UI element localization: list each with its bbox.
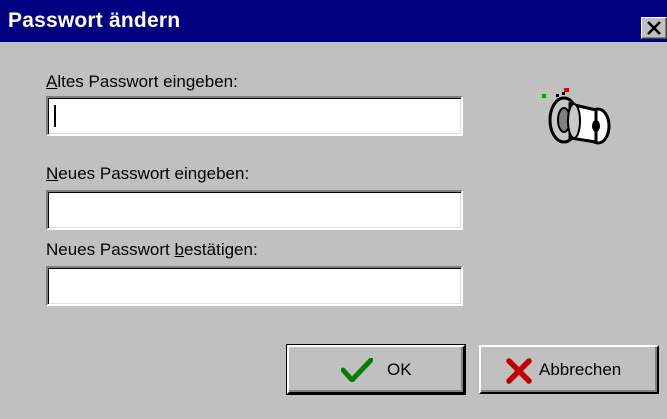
cancel-button-label: Abbrechen [539,360,622,379]
confirm-password-field[interactable] [46,266,463,306]
new-password-label: Neues Passwort eingeben: [46,164,250,183]
close-x-icon [647,21,661,35]
change-password-dialog: Passwort ändern Altes Passwort eingeben:… [0,0,667,419]
red-x-icon [506,358,532,384]
dialog-title: Passwort ändern [8,9,181,32]
old-password-label-accesskey: A [46,72,58,91]
title-bar: Passwort ändern [0,0,667,42]
key-icon [542,88,611,145]
old-password-field[interactable] [46,96,463,136]
text-caret [54,105,56,127]
cancel-button[interactable]: Abbrechen [479,345,659,394]
confirm-password-label-accesskey: b [174,240,184,259]
checkmark-icon [341,358,373,382]
new-password-label-accesskey: N [46,164,59,183]
confirm-password-label: Neues Passwort bestätigen: [46,240,258,259]
close-button[interactable] [641,17,667,39]
new-password-field[interactable] [46,190,463,230]
ok-button-label: OK [387,360,412,379]
old-password-label: Altes Passwort eingeben: [46,72,238,91]
ok-button[interactable]: OK [286,344,466,395]
